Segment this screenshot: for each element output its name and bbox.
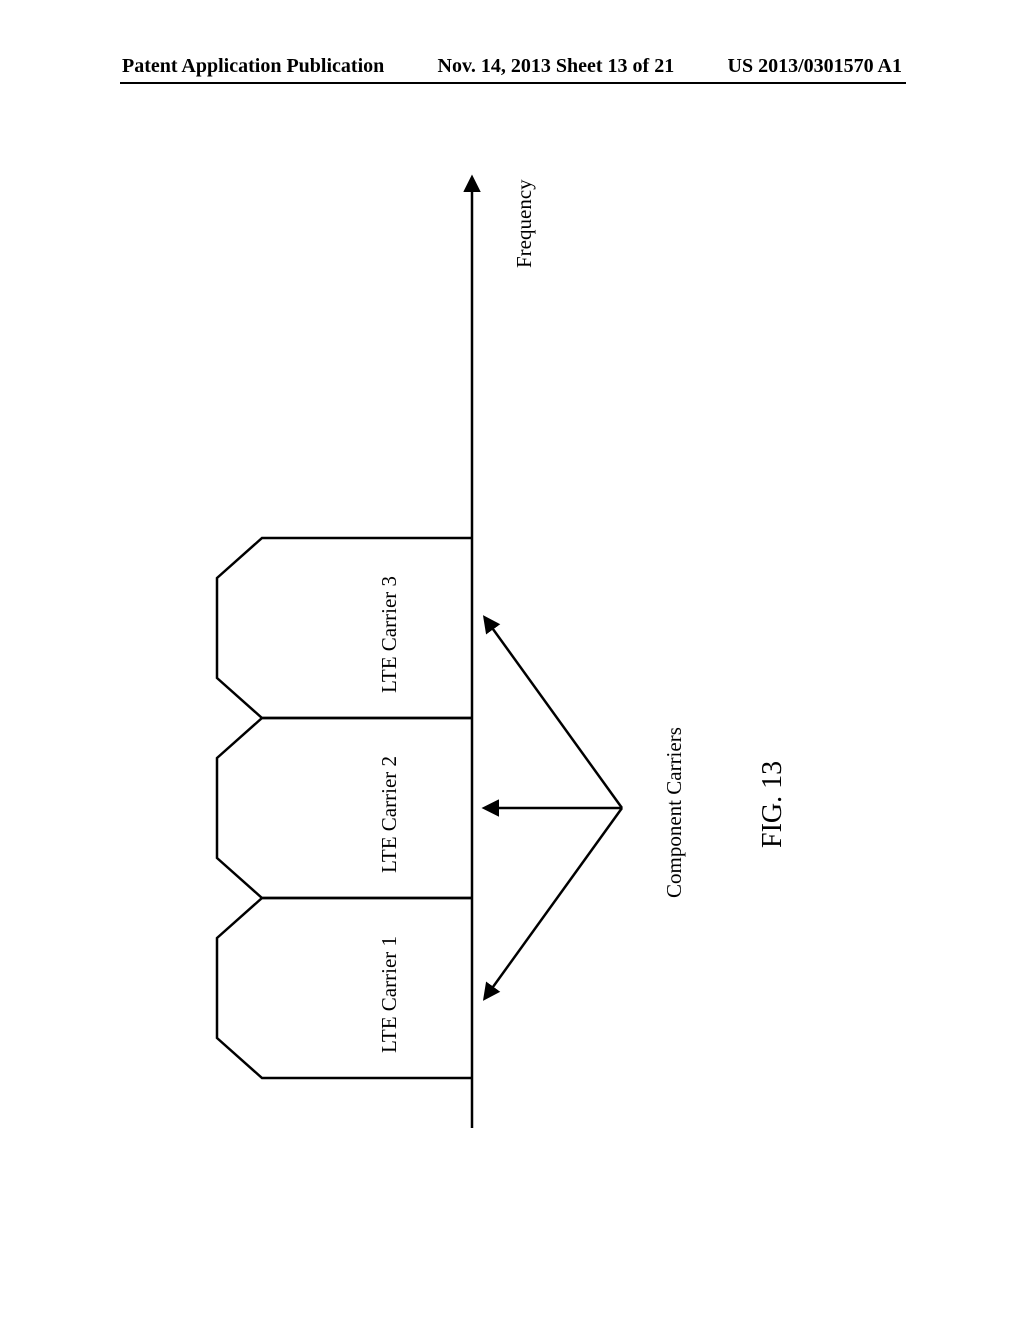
carrier-label-1: LTE Carrier 1: [377, 936, 402, 1053]
figure-container: LTE Carrier 1 LTE Carrier 2 LTE Carrier …: [122, 158, 902, 1158]
header-middle: Nov. 14, 2013 Sheet 13 of 21: [438, 55, 675, 78]
page-header: Patent Application Publication Nov. 14, …: [0, 55, 1024, 78]
carrier-label-2: LTE Carrier 2: [377, 756, 402, 873]
carrier-block-2: [217, 718, 472, 898]
pointer-arrow-1: [485, 808, 622, 998]
header-rule: [120, 82, 906, 84]
figure-label: FIG. 13: [757, 761, 789, 848]
axis-label: Frequency: [512, 179, 537, 268]
pointer-arrow-3: [485, 618, 622, 808]
diagram-svg: [122, 158, 902, 1158]
header-left: Patent Application Publication: [122, 55, 384, 78]
component-carriers-label: Component Carriers: [662, 727, 687, 898]
header-right: US 2013/0301570 A1: [728, 55, 902, 78]
carrier-block-1: [217, 898, 472, 1078]
carrier-label-3: LTE Carrier 3: [377, 576, 402, 693]
carrier-block-3: [217, 538, 472, 718]
